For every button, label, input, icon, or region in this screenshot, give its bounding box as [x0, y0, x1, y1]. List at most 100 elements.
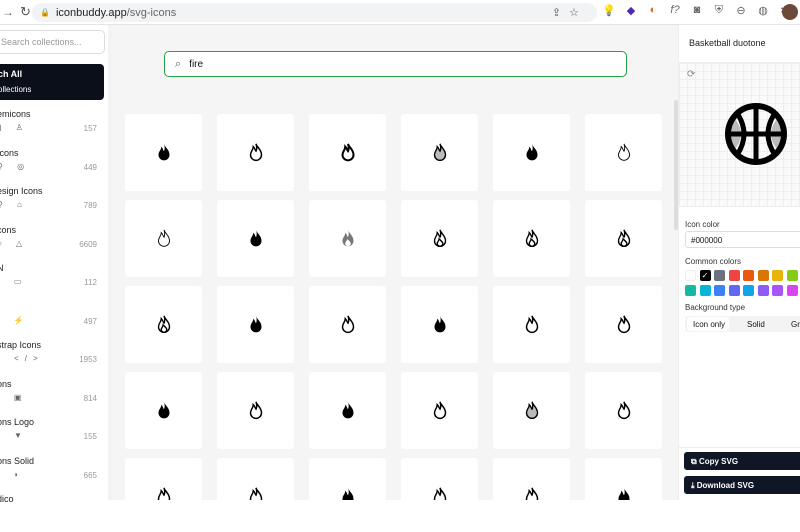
bg-solid[interactable]: Solid — [747, 320, 765, 329]
collection-count: 665 — [83, 470, 97, 480]
url-host: iconbuddy.app — [55, 6, 127, 19]
color-swatch[interactable] — [714, 285, 725, 296]
collection-item[interactable]: · ⚡ 497 — [0, 302, 101, 340]
icon-card[interactable] — [401, 114, 478, 191]
fire-icon — [157, 315, 170, 333]
collection-item[interactable]: ons Solid · ◗ 665 — [0, 456, 101, 494]
address-bar[interactable]: 🔒 iconbuddy.app/svg-icons ⇪☆ — [32, 3, 597, 22]
collection-item[interactable]: ons · ▣ 814 — [0, 379, 101, 417]
fire-icon — [434, 315, 445, 332]
icon-card[interactable] — [217, 200, 294, 277]
color-swatch[interactable] — [757, 270, 769, 281]
shield-icon[interactable]: ⛨ — [712, 4, 726, 17]
collection-item[interactable]: N · ▭ 112 — [0, 263, 101, 301]
icon-card[interactable] — [585, 114, 662, 191]
extension-formula-icon[interactable]: f? — [668, 4, 682, 17]
color-swatch[interactable] — [786, 270, 798, 281]
collection-item[interactable]: Icons ⚲ ◎ 449 — [0, 148, 101, 186]
extension-bulb-icon[interactable]: 💡 — [602, 4, 616, 17]
share-icon[interactable]: ⇪ — [552, 7, 569, 19]
icon-card[interactable] — [401, 372, 478, 449]
icon-card[interactable] — [493, 114, 570, 191]
bookmark-star-icon[interactable]: ☆ — [569, 7, 587, 19]
bg-icon-only[interactable]: Icon only — [687, 317, 729, 331]
icon-card[interactable] — [217, 114, 294, 191]
icon-results: ⌕ fire — [112, 25, 678, 500]
extension-cube-icon[interactable]: ◆ — [624, 4, 638, 17]
search-collections-input[interactable]: Search collections... — [0, 30, 105, 54]
search-all-collections[interactable]: ch All ollections — [0, 64, 104, 100]
profile-avatar[interactable] — [782, 4, 798, 20]
icon-card[interactable] — [493, 372, 570, 449]
icon-card[interactable] — [493, 200, 570, 277]
color-swatch[interactable] — [699, 285, 711, 296]
collection-item[interactable]: strap Icons ▪ </> 1953 — [0, 340, 101, 378]
icon-card[interactable] — [585, 372, 662, 449]
fire-icon — [158, 143, 169, 160]
icon-card[interactable] — [585, 458, 662, 500]
collection-item[interactable]: emicons ▮ ♙ 157 — [0, 109, 101, 147]
collection-name: emicons — [0, 109, 31, 119]
extension-s-icon[interactable]: ◐ — [646, 4, 660, 17]
color-swatch[interactable] — [714, 270, 725, 281]
color-swatch[interactable] — [786, 285, 798, 296]
icon-card[interactable] — [309, 458, 386, 500]
fire-icon — [617, 143, 630, 161]
collection-count: 6609 — [79, 239, 97, 249]
icon-card[interactable] — [309, 286, 386, 363]
color-swatch[interactable] — [772, 285, 783, 296]
icon-card[interactable] — [309, 114, 386, 191]
icon-card[interactable] — [217, 372, 294, 449]
icon-card[interactable] — [125, 200, 202, 277]
collection-sample-icons: · ⚡ — [0, 315, 30, 325]
forward-icon[interactable]: → — [2, 5, 16, 19]
icon-card[interactable] — [493, 458, 570, 500]
color-swatch[interactable]: ✓ — [699, 270, 711, 281]
icon-card[interactable] — [309, 200, 386, 277]
fire-icon — [340, 142, 355, 161]
collection-item[interactable]: cons ○ △ 6609 — [0, 225, 101, 263]
globe-icon[interactable]: ◍ — [756, 4, 770, 17]
browser-toolbar: → ↻ 🔒 iconbuddy.app/svg-icons ⇪☆ 💡 ◆ ◐ f… — [0, 0, 800, 25]
color-swatch[interactable] — [757, 285, 769, 296]
color-swatch[interactable] — [685, 285, 696, 296]
icon-card[interactable] — [401, 458, 478, 500]
color-swatch[interactable] — [728, 270, 740, 281]
collection-item[interactable]: esign Icons ⚲ ⌂ 789 — [0, 186, 101, 224]
collection-count: 157 — [83, 124, 97, 133]
icon-card[interactable] — [125, 458, 202, 500]
fire-icon — [158, 401, 169, 418]
bg-gradient[interactable]: Gra — [791, 320, 800, 329]
icon-card[interactable] — [401, 200, 478, 277]
icon-card[interactable] — [217, 458, 294, 500]
fire-icon — [617, 401, 630, 419]
color-swatch[interactable] — [743, 270, 754, 281]
fire-icon — [433, 143, 446, 161]
fire-icon — [433, 229, 446, 247]
color-swatch[interactable] — [743, 285, 754, 296]
icon-card[interactable] — [401, 286, 478, 363]
icon-color-label: Icon color — [685, 220, 720, 229]
extension-circle-icon[interactable]: ⊖ — [734, 4, 748, 17]
icon-card[interactable] — [125, 372, 202, 449]
color-swatch[interactable] — [728, 285, 740, 296]
copy-svg-button[interactable]: ⧉ Copy SVG — [684, 452, 800, 470]
icon-card[interactable] — [309, 372, 386, 449]
icon-card[interactable] — [493, 286, 570, 363]
icon-color-input[interactable]: #000000 — [685, 231, 800, 248]
icon-card[interactable] — [585, 200, 662, 277]
collection-name: ons — [0, 378, 12, 389]
collection-item[interactable]: ons Logo ▪ ▼ 155 — [0, 417, 101, 455]
refresh-icon[interactable]: ⟳ — [687, 69, 695, 80]
icon-search-input[interactable]: ⌕ fire — [164, 51, 627, 77]
icon-card[interactable] — [125, 286, 202, 363]
icon-card[interactable] — [217, 286, 294, 363]
camera-icon[interactable]: ◙ — [690, 4, 704, 17]
download-svg-button[interactable]: ⤓ Download SVG — [684, 476, 800, 494]
fire-icon — [249, 143, 262, 161]
color-swatch[interactable] — [685, 270, 696, 281]
icon-card[interactable] — [585, 286, 662, 363]
color-swatch[interactable] — [772, 270, 783, 281]
common-colors-label: Common colors — [685, 257, 742, 266]
icon-card[interactable] — [125, 114, 202, 191]
